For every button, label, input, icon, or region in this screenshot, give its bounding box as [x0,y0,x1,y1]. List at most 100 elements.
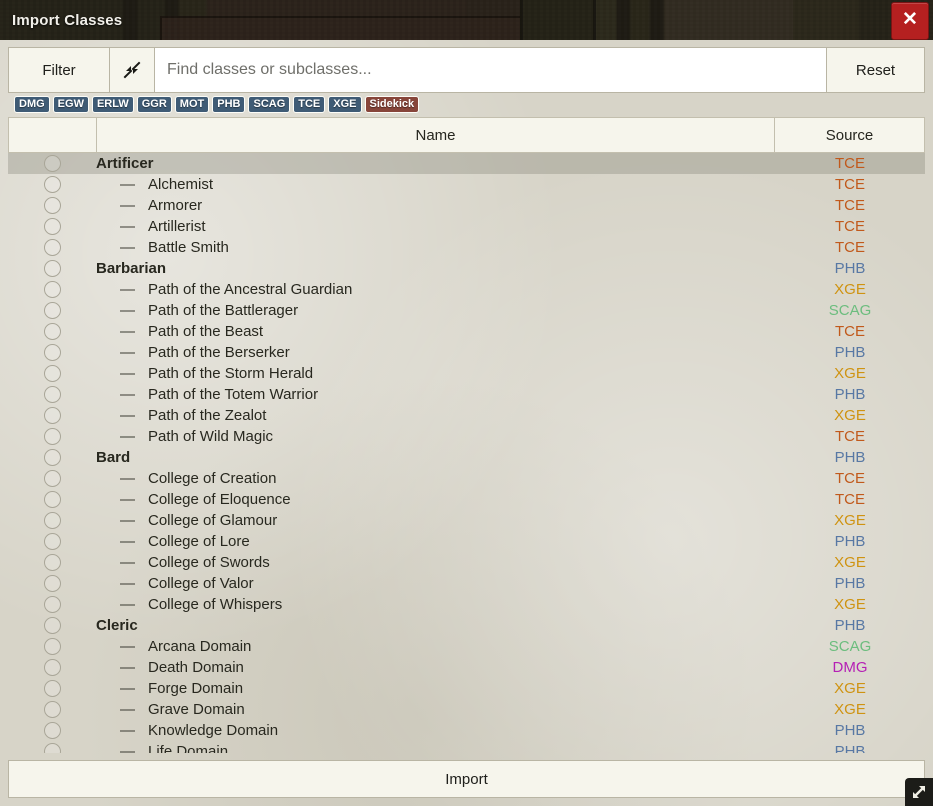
row-source-cell: SCAG [828,638,872,655]
subclass-dash-icon: — [120,491,135,508]
row-radio-cell [8,176,96,193]
close-icon[interactable]: ✕ [891,2,929,40]
source-pill-egw[interactable]: EGW [52,96,89,113]
subclass-row[interactable]: — Path of the Beast TCE [8,321,925,342]
radio-button[interactable] [43,701,61,718]
radio-button[interactable] [43,218,61,235]
radio-button[interactable] [43,743,61,753]
subclass-row[interactable]: — Path of the Totem Warrior PHB [8,384,925,405]
collapse-arrows-icon[interactable] [110,48,155,92]
radio-button[interactable] [43,638,61,655]
source-pill-tce[interactable]: TCE [293,96,326,113]
radio-button[interactable] [43,512,61,529]
radio-button[interactable] [43,470,61,487]
subclass-row[interactable]: — Path of the Zealot XGE [8,405,925,426]
subclass-row[interactable]: — Battle Smith TCE [8,237,925,258]
radio-button[interactable] [43,281,61,298]
subclass-dash-icon: — [120,428,135,445]
subclass-row[interactable]: — College of Glamour XGE [8,510,925,531]
source-pill-phb[interactable]: PHB [212,96,246,113]
row-radio-cell [8,407,96,424]
radio-button[interactable] [43,449,61,466]
radio-button[interactable] [43,302,61,319]
subclass-row[interactable]: — College of Valor PHB [8,573,925,594]
import-button[interactable]: Import [8,760,925,798]
source-pill-dmg[interactable]: DMG [14,96,50,113]
row-source-cell: PHB [834,344,866,361]
radio-button[interactable] [43,575,61,592]
radio-button[interactable] [43,344,61,361]
radio-button[interactable] [43,596,61,613]
row-source-cell: XGE [834,407,866,424]
subclass-row[interactable]: — Life Domain PHB [8,741,925,753]
row-radio-cell [8,449,96,466]
row-radio-cell [8,260,96,277]
radio-button[interactable] [43,197,61,214]
search-input[interactable] [155,48,826,92]
row-name-cell: — Arcana Domain [96,638,775,655]
row-source-cell: PHB [834,386,866,403]
subclass-row[interactable]: — College of Creation TCE [8,468,925,489]
reset-button[interactable]: Reset [826,48,924,92]
radio-button[interactable] [43,491,61,508]
source-pill-ggr[interactable]: GGR [136,96,172,113]
radio-button[interactable] [43,428,61,445]
row-name-cell: — College of Swords [96,554,775,571]
subclass-row[interactable]: — Forge Domain XGE [8,678,925,699]
subclass-row[interactable]: — Death Domain DMG [8,657,925,678]
radio-button[interactable] [43,722,61,739]
radio-button[interactable] [43,554,61,571]
subclass-row[interactable]: — Path of the Storm Herald XGE [8,363,925,384]
source-pill-sidekick[interactable]: Sidekick [364,96,420,113]
row-radio-cell [8,575,96,592]
class-list[interactable]: Artificer TCE — Alchemist TCE — Armorer TCE — Art… [8,153,925,753]
source-pill-scag[interactable]: SCAG [248,96,291,113]
column-header-name[interactable]: Name [96,117,775,153]
row-label: Forge Domain [148,680,244,697]
subclass-row[interactable]: — College of Eloquence TCE [8,489,925,510]
row-label: Alchemist [148,176,214,193]
column-header-source[interactable]: Source [775,117,925,153]
resize-handle-icon[interactable] [905,778,933,806]
subclass-dash-icon: — [120,470,135,487]
row-label: College of Glamour [148,512,278,529]
subclass-row[interactable]: — Arcana Domain SCAG [8,636,925,657]
subclass-row[interactable]: — Path of the Ancestral Guardian XGE [8,279,925,300]
radio-button[interactable] [43,659,61,676]
dialog-titlebar[interactable]: Import Classes ✕ [0,0,933,40]
subclass-row[interactable]: — College of Whispers XGE [8,594,925,615]
class-row[interactable]: Artificer TCE [8,153,925,174]
subclass-row[interactable]: — Path of Wild Magic TCE [8,426,925,447]
subclass-row[interactable]: — Artillerist TCE [8,216,925,237]
radio-button[interactable] [43,680,61,697]
column-header-select[interactable] [8,117,96,153]
radio-button[interactable] [43,617,61,634]
subclass-row[interactable]: — College of Lore PHB [8,531,925,552]
radio-button[interactable] [43,239,61,256]
source-pill-mot[interactable]: MOT [174,96,210,113]
radio-button[interactable] [43,533,61,550]
class-row[interactable]: Bard PHB [8,447,925,468]
subclass-row[interactable]: — Armorer TCE [8,195,925,216]
row-label: Path of the Totem Warrior [148,386,319,403]
filter-button[interactable]: Filter [9,48,110,92]
row-source-cell: TCE [835,491,865,508]
source-pill-erlw[interactable]: ERLW [91,96,134,113]
radio-button[interactable] [43,260,61,277]
subclass-row[interactable]: — Path of the Berserker PHB [8,342,925,363]
subclass-row[interactable]: — Grave Domain XGE [8,699,925,720]
source-pill-xge[interactable]: XGE [328,96,362,113]
radio-button[interactable] [43,323,61,340]
class-row[interactable]: Barbarian PHB [8,258,925,279]
subclass-row[interactable]: — Alchemist TCE [8,174,925,195]
subclass-row[interactable]: — Path of the Battlerager SCAG [8,300,925,321]
subclass-row[interactable]: — College of Swords XGE [8,552,925,573]
radio-button[interactable] [43,365,61,382]
class-row[interactable]: Cleric PHB [8,615,925,636]
subclass-dash-icon: — [120,659,135,676]
radio-button[interactable] [43,176,61,193]
radio-button[interactable] [43,386,61,403]
radio-button[interactable] [43,155,61,172]
subclass-row[interactable]: — Knowledge Domain PHB [8,720,925,741]
radio-button[interactable] [43,407,61,424]
